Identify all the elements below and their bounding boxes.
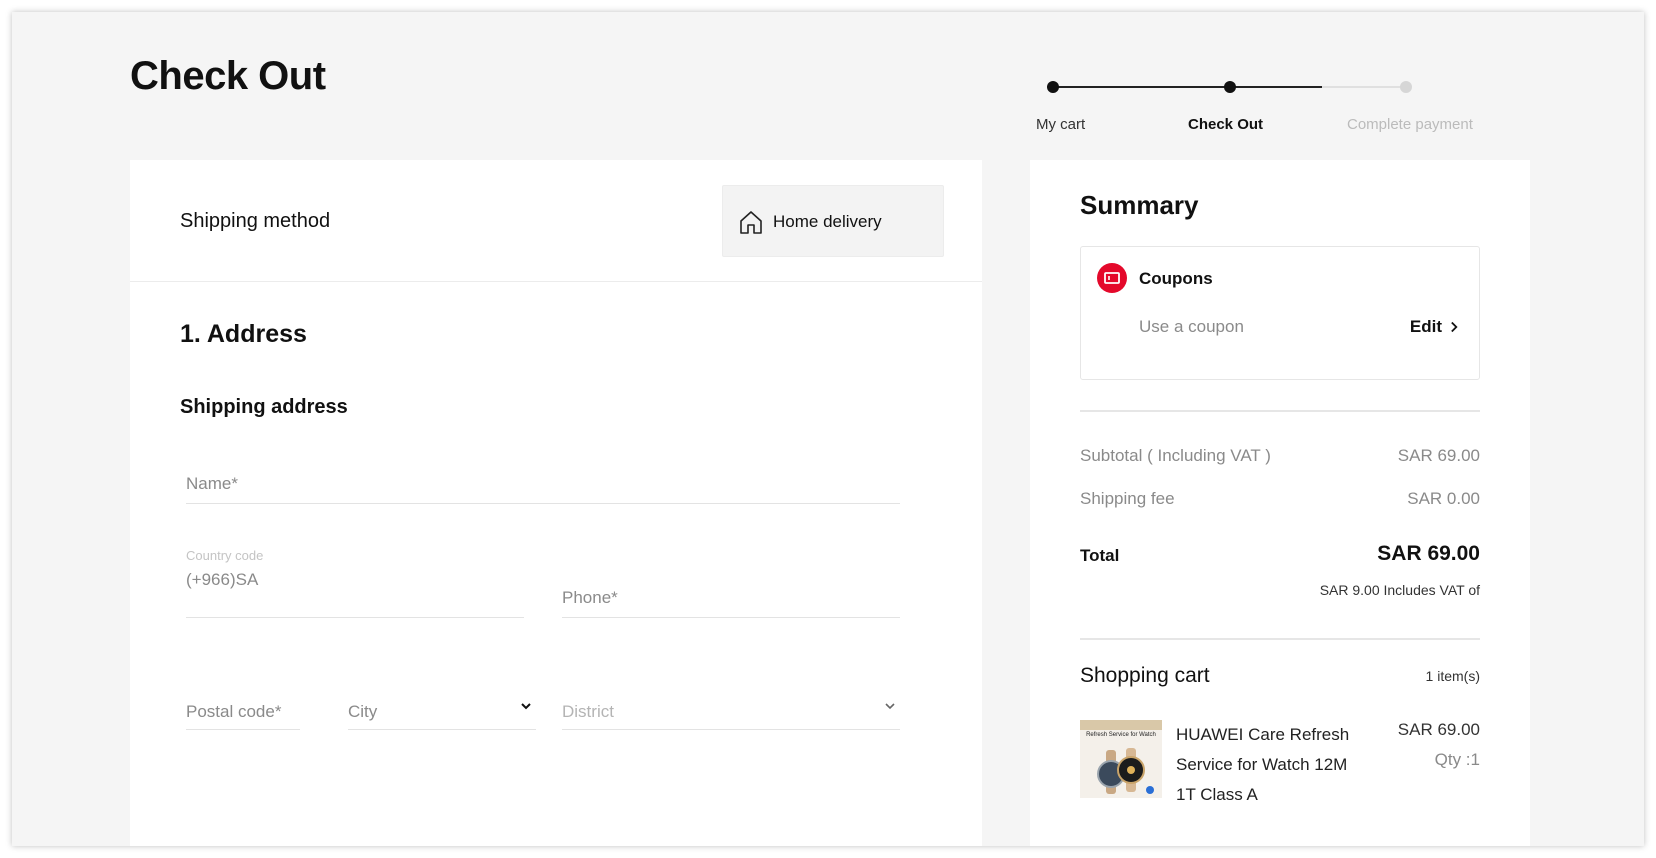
- district-select-value: District: [562, 702, 614, 721]
- summary-title: Summary: [1080, 190, 1199, 220]
- city-select[interactable]: City: [348, 690, 536, 730]
- summary-divider: [1080, 410, 1480, 412]
- product-name-link[interactable]: HUAWEI Care Refresh Service for Watch 12…: [1176, 720, 1356, 810]
- coupon-ticket-icon: [1097, 263, 1127, 293]
- name-field: [186, 468, 900, 504]
- shopping-cart-title: Shopping cart: [1080, 664, 1210, 687]
- subtotal-label: Subtotal ( Including VAT ): [1080, 446, 1271, 465]
- item-price: SAR 69.00: [1397, 720, 1480, 739]
- step-label-my-cart[interactable]: My cart: [1036, 116, 1085, 133]
- country-code-caption: Country code: [186, 548, 264, 563]
- home-delivery-option[interactable]: Home delivery: [722, 185, 944, 257]
- step-dot-check-out: [1224, 81, 1236, 93]
- district-select[interactable]: District: [562, 690, 900, 730]
- phone-field: [562, 578, 900, 618]
- name-input[interactable]: [186, 474, 900, 494]
- chevron-down-icon: [521, 703, 531, 710]
- order-summary-card: Summary Coupons Use a coupon Edit Subtot…: [1030, 160, 1530, 846]
- cart-divider: [1080, 638, 1480, 640]
- cart-item: Refresh Service for Watch HUAWEI Care Re…: [1080, 720, 1480, 840]
- home-delivery-label: Home delivery: [773, 212, 882, 231]
- shipping-fee-label: Shipping fee: [1080, 489, 1175, 508]
- postal-code-field: [186, 690, 300, 730]
- phone-input[interactable]: [562, 588, 900, 608]
- checkout-page: Check Out My cart Check Out Complete pay…: [12, 12, 1644, 846]
- postal-code-input[interactable]: [186, 702, 300, 722]
- chevron-right-icon: [1451, 321, 1458, 333]
- vat-note: SAR 9.00 Includes VAT of: [1319, 582, 1480, 598]
- coupon-title: Coupons: [1139, 269, 1213, 288]
- country-code-value: (+966)SA: [186, 570, 259, 589]
- city-select-value: City: [348, 702, 378, 721]
- chevron-down-icon: [885, 703, 895, 710]
- total-value: SAR 69.00: [1377, 542, 1480, 565]
- stepper-line-todo: [1322, 86, 1402, 88]
- country-code-field: Country code (+966)SA: [186, 548, 524, 618]
- watch-image-icon: [1097, 748, 1154, 794]
- coupon-edit-label: Edit: [1409, 317, 1442, 336]
- coupon-placeholder: Use a coupon: [1139, 317, 1244, 336]
- shipping-fee-value: SAR 0.00: [1407, 489, 1480, 508]
- address-section-title: 1. Address: [180, 320, 307, 348]
- shipping-form-card: Shipping method Home delivery 1. Address…: [130, 160, 982, 846]
- step-dot-my-cart: [1047, 81, 1059, 93]
- page-title: Check Out: [130, 54, 326, 98]
- step-dot-complete-payment: [1400, 81, 1412, 93]
- total-label: Total: [1080, 546, 1120, 565]
- shipping-method-section: Shipping method Home delivery: [130, 160, 982, 282]
- checkout-progress-stepper: My cart Check Out Complete payment: [1036, 70, 1482, 133]
- home-icon: [740, 211, 762, 234]
- step-label-check-out: Check Out: [1188, 116, 1264, 133]
- item-quantity: Qty :1: [1434, 750, 1480, 769]
- cart-item-count: 1 item(s): [1425, 668, 1480, 684]
- coupon-box: Coupons Use a coupon Edit: [1080, 246, 1480, 380]
- shipping-method-label: Shipping method: [180, 210, 331, 232]
- subtotal-value: SAR 69.00: [1397, 446, 1480, 465]
- step-label-complete-payment: Complete payment: [1347, 116, 1473, 133]
- stepper-line-done: [1052, 86, 1322, 88]
- product-thumbnail[interactable]: Refresh Service for Watch: [1080, 720, 1162, 798]
- shipping-address-title: Shipping address: [180, 396, 348, 418]
- coupon-edit-button[interactable]: Edit: [1410, 317, 1459, 337]
